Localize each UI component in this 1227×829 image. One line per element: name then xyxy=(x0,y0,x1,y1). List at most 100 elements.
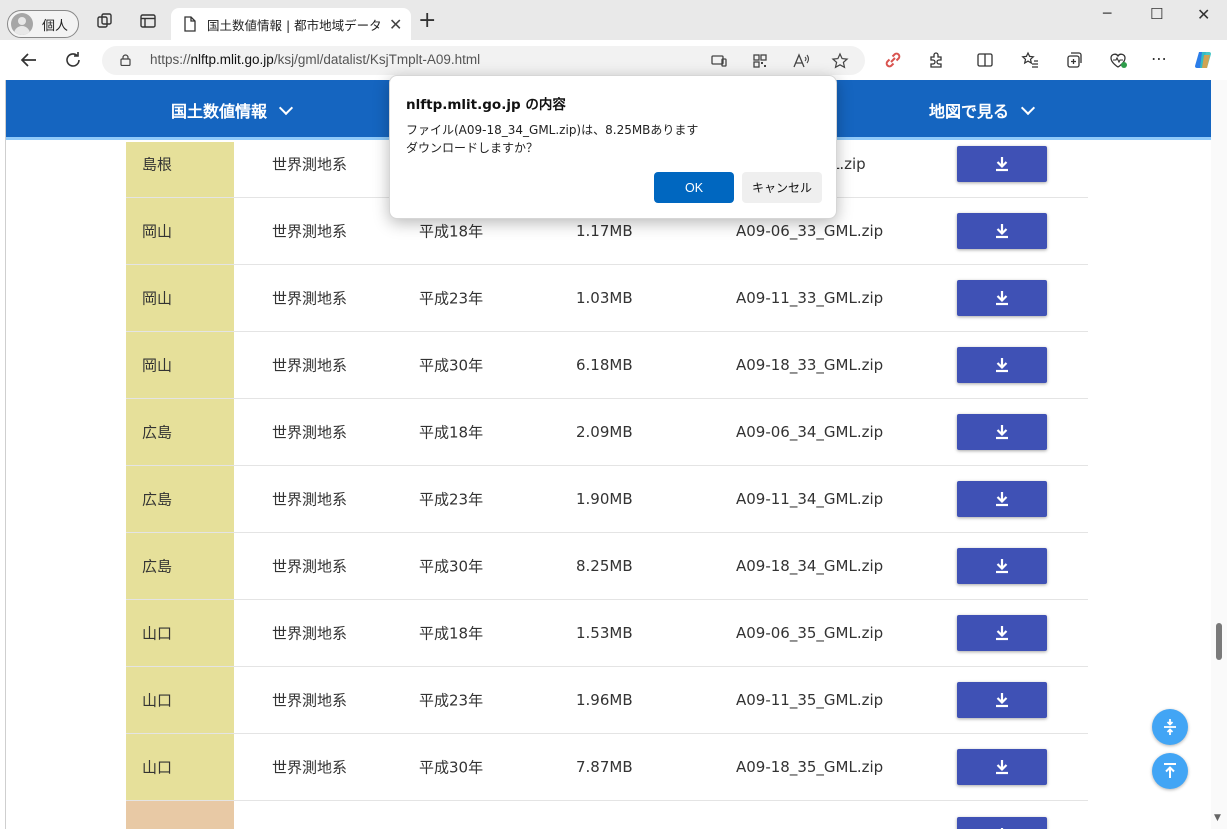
prefecture-cell: 広島 xyxy=(126,533,234,599)
year-cell: 平成23年 xyxy=(419,490,484,509)
year-cell: 平成30年 xyxy=(419,758,484,777)
vertical-tabs-icon[interactable] xyxy=(139,12,157,30)
prefecture-cell: 岡山 xyxy=(126,198,234,264)
back-icon[interactable] xyxy=(18,49,40,71)
file-size-cell: 2.09MB xyxy=(576,423,633,441)
download-button[interactable] xyxy=(957,481,1047,517)
file-name-cell: A09-11_34_GML.zip xyxy=(736,490,884,508)
download-icon xyxy=(996,157,1008,172)
refresh-icon[interactable] xyxy=(62,49,84,71)
geodetic-system-cell: 世界測地系 xyxy=(272,691,348,710)
file-size-cell: 1.90MB xyxy=(576,490,633,508)
collapse-icon xyxy=(1164,719,1176,735)
chevron-down-icon xyxy=(278,100,294,115)
favorite-star-icon[interactable] xyxy=(831,52,849,70)
url-host: nlftp.mlit.go.jp xyxy=(190,52,274,67)
prefecture-name: 山口 xyxy=(142,758,173,777)
cancel-button[interactable]: キャンセル xyxy=(742,172,822,203)
prefecture-name: 広島 xyxy=(142,423,173,442)
download-button[interactable] xyxy=(957,817,1047,829)
split-screen-icon[interactable] xyxy=(975,50,995,70)
prefecture-cell: 山口 xyxy=(126,734,234,800)
year-cell: 平成18年 xyxy=(419,624,484,643)
table-row: 広島 世界測地系 平成30年 8.25MB A09-18_34_GML.zip xyxy=(126,533,1088,600)
download-button[interactable] xyxy=(957,347,1047,383)
ok-button[interactable]: OK xyxy=(654,172,734,203)
tab-title: 国土数値情報 | 都市地域データ xyxy=(207,17,382,33)
nav-menu-kokudo[interactable]: 国土数値情報 xyxy=(171,98,294,122)
dialog-message-line2: ダウンロードしますか？ xyxy=(406,141,539,155)
more-menu-icon[interactable]: ⋯ xyxy=(1151,49,1171,69)
file-name-cell: A09-06_33_GML.zip xyxy=(736,222,884,240)
arrow-up-to-top-icon xyxy=(1164,763,1176,778)
prefecture-name: 山口 xyxy=(142,624,173,643)
profile-label: 個人 xyxy=(42,18,69,34)
file-name-cell: A09-18_34_GML.zip xyxy=(736,557,884,575)
download-button[interactable] xyxy=(957,682,1047,718)
scroll-to-top-button[interactable] xyxy=(1152,753,1188,789)
geodetic-system-cell: 世界測地系 xyxy=(272,356,348,375)
download-icon xyxy=(996,626,1008,641)
prefecture-name: 広島 xyxy=(142,557,173,576)
qr-code-icon[interactable] xyxy=(751,52,769,70)
nav-menu-map[interactable]: 地図で見る xyxy=(929,98,1036,122)
year-cell: 平成23年 xyxy=(419,691,484,710)
url-text[interactable]: https://nlftp.mlit.go.jp/ksj/gml/datalis… xyxy=(150,52,480,67)
prefecture-name: 山口 xyxy=(142,691,173,710)
tab-active[interactable]: 国土数値情報 | 都市地域データ ✕ xyxy=(171,8,411,40)
year-cell: 平成30年 xyxy=(419,557,484,576)
extensions-icon[interactable] xyxy=(927,50,947,70)
workspaces-icon[interactable] xyxy=(96,12,114,30)
dialog-title: nlftp.mlit.go.jp の内容 xyxy=(406,97,566,113)
profile-button[interactable]: 個人 xyxy=(7,10,79,38)
browser-essentials-icon[interactable] xyxy=(1108,50,1128,70)
geodetic-system-cell: 世界測地系 xyxy=(272,423,348,442)
chevron-down-icon xyxy=(1020,100,1036,115)
year-cell: 平成18年 xyxy=(419,222,484,241)
file-name-cell: A09-18_33_GML.zip xyxy=(736,356,884,374)
file-size-cell: 1.96MB xyxy=(576,691,633,709)
address-bar[interactable]: https://nlftp.mlit.go.jp/ksj/gml/datalis… xyxy=(102,46,865,75)
download-confirm-dialog: nlftp.mlit.go.jp の内容 ファイル(A09-18_34_GML.… xyxy=(389,75,837,219)
scrollbar-thumb[interactable] xyxy=(1216,623,1222,660)
file-name-cell: A09-18_35_GML.zip xyxy=(736,758,884,776)
download-button[interactable] xyxy=(957,548,1047,584)
download-button[interactable] xyxy=(957,146,1047,182)
prefecture-cell: 広島 xyxy=(126,466,234,532)
download-button[interactable] xyxy=(957,414,1047,450)
app-available-icon[interactable] xyxy=(710,52,728,70)
page-scrollbar[interactable]: ▼ xyxy=(1211,80,1227,829)
read-aloud-icon[interactable] xyxy=(792,52,810,70)
browser-tab-bar: 個人 国土数値情報 | 都市地域データ ✕ + ─ ☐ ✕ xyxy=(0,0,1227,40)
file-size-cell: 7.87MB xyxy=(576,758,633,776)
maximize-button[interactable]: ☐ xyxy=(1150,5,1163,23)
download-button[interactable] xyxy=(957,280,1047,316)
prefecture-cell xyxy=(126,801,234,829)
table-row: 広島 世界測地系 平成18年 2.09MB A09-06_34_GML.zip xyxy=(126,399,1088,466)
close-window-button[interactable]: ✕ xyxy=(1197,5,1210,24)
geodetic-system-cell: 世界測地系 xyxy=(272,490,348,509)
download-button[interactable] xyxy=(957,213,1047,249)
lock-icon[interactable] xyxy=(120,54,131,66)
copilot-icon[interactable] xyxy=(1193,49,1215,71)
collapse-button[interactable] xyxy=(1152,709,1188,745)
download-button[interactable] xyxy=(957,749,1047,785)
url-prefix: https:// xyxy=(150,52,191,67)
nav-menu-kokudo-label: 国土数値情報 xyxy=(171,102,268,121)
download-button[interactable] xyxy=(957,615,1047,651)
geodetic-system-cell: 世界測地系 xyxy=(272,758,348,777)
geodetic-system-cell: 世界測地系 xyxy=(272,624,348,643)
new-tab-button[interactable]: + xyxy=(418,10,436,32)
nav-menu-map-label: 地図で見る xyxy=(929,102,1010,121)
minimize-button[interactable]: ─ xyxy=(1103,6,1111,22)
dialog-message: ファイル(A09-18_34_GML.zip)は、8.25MBあります ダウンロ… xyxy=(406,121,698,157)
prefecture-name: 岡山 xyxy=(142,289,173,308)
favorites-icon[interactable] xyxy=(1020,50,1040,70)
page-icon xyxy=(184,16,196,32)
collections-icon[interactable] xyxy=(1064,50,1084,70)
scroll-down-arrow-icon[interactable]: ▼ xyxy=(1214,813,1221,823)
link-extension-icon[interactable] xyxy=(883,50,903,70)
table-row: 山口 世界測地系 平成30年 7.87MB A09-18_35_GML.zip xyxy=(126,734,1088,801)
tab-close-icon[interactable]: ✕ xyxy=(389,15,402,34)
download-icon xyxy=(996,760,1008,775)
